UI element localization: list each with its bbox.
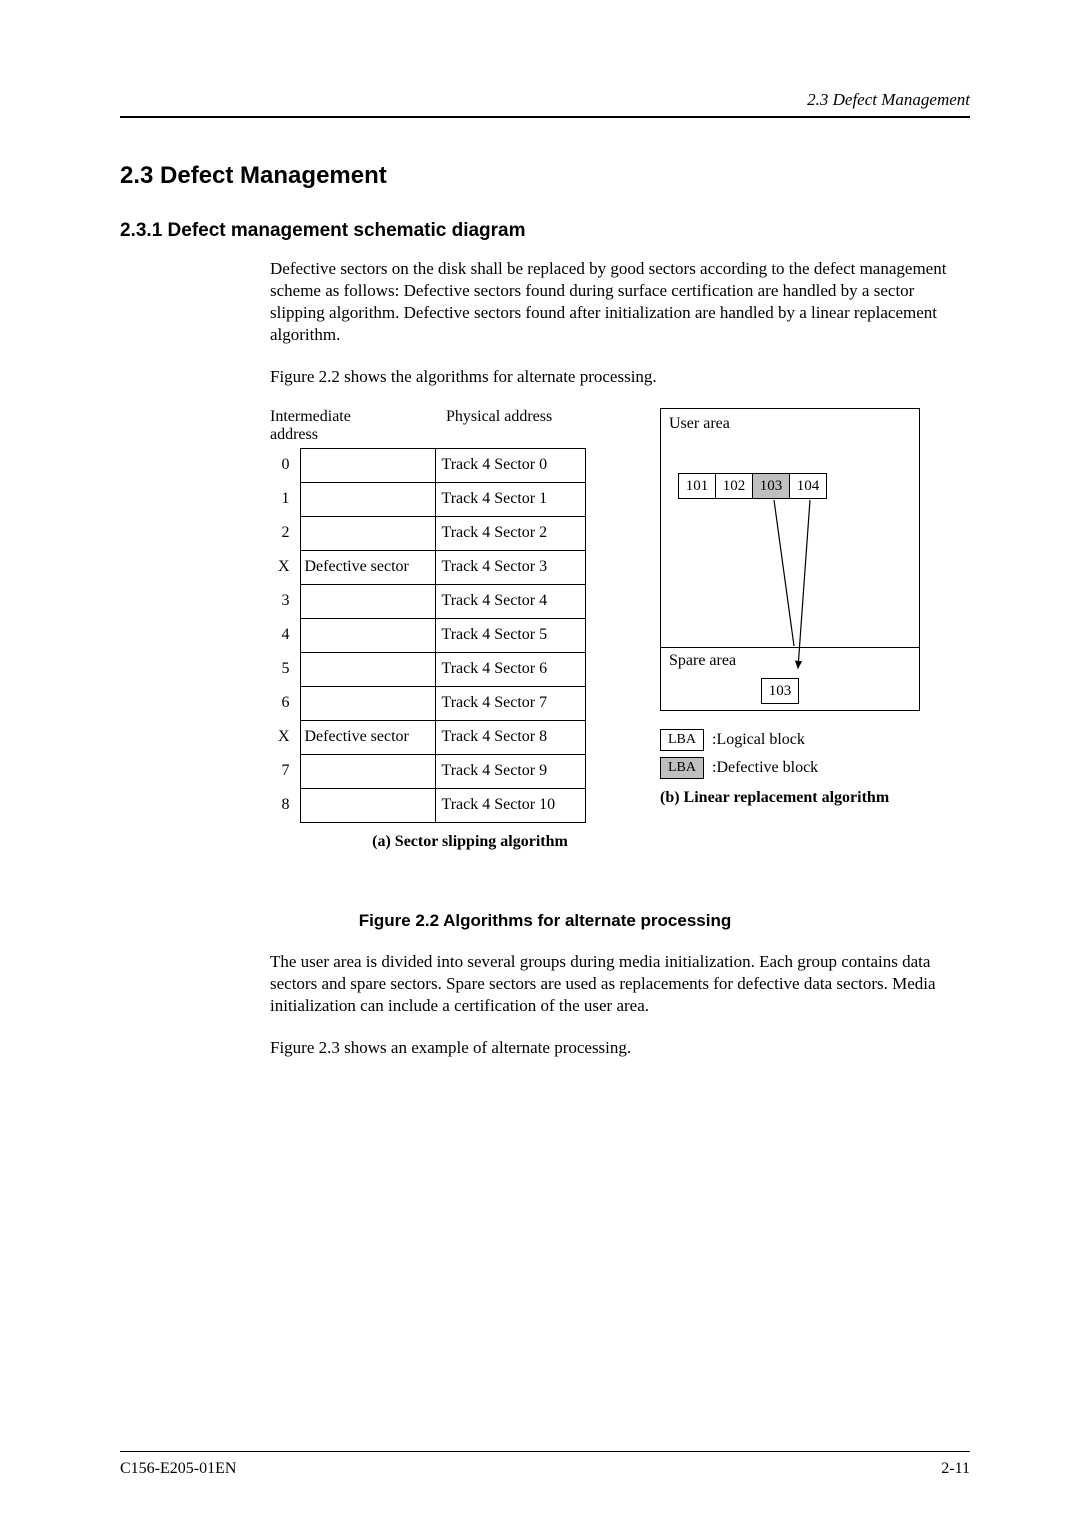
spare-block: 103 [761, 678, 799, 704]
user-blocks-row: 101102103104 [679, 473, 827, 499]
heading-2: 2.3 Defect Management [120, 162, 970, 190]
table-row: 0 Track 4 Sector 0 [270, 448, 585, 482]
user-area-box: User area 101102103104 [660, 408, 920, 648]
legend-defective-text: :Defective block [712, 759, 818, 777]
table-row: 4 Track 4 Sector 5 [270, 618, 585, 652]
intermediate-address-cell: 1 [270, 482, 300, 516]
table-row: XDefective sectorTrack 4 Sector 8 [270, 720, 585, 754]
label-spare-area: Spare area [669, 652, 736, 669]
caption-b: (b) Linear replacement algorithm [660, 789, 940, 807]
footer-doc-id: C156-E205-01EN [120, 1460, 236, 1478]
defective-cell [300, 448, 435, 482]
table-row: 2 Track 4 Sector 2 [270, 516, 585, 550]
physical-address-cell: Track 4 Sector 2 [435, 516, 585, 550]
legend-logical-text: :Logical block [712, 731, 805, 749]
user-block: 101 [678, 473, 716, 499]
page-footer: C156-E205-01EN 2-11 [120, 1451, 970, 1478]
legend-logical-box: LBA [660, 729, 704, 751]
physical-address-cell: Track 4 Sector 4 [435, 584, 585, 618]
defective-cell [300, 482, 435, 516]
physical-address-cell: Track 4 Sector 6 [435, 652, 585, 686]
footer-page: 2-11 [941, 1460, 970, 1478]
caption-a: (a) Sector slipping algorithm [270, 833, 640, 851]
spare-area-box: Spare area 103 [660, 647, 920, 711]
label-physical: Physical address [446, 408, 552, 443]
slip-table: 0 Track 4 Sector 0 1 Track 4 Sector 1 2 Track… [270, 448, 586, 823]
intermediate-address-cell: 4 [270, 618, 300, 652]
user-block: 102 [715, 473, 753, 499]
user-block: 103 [752, 473, 790, 499]
defective-cell [300, 652, 435, 686]
paragraph-3: The user area is divided into several gr… [270, 951, 960, 1017]
intermediate-address-cell: 3 [270, 584, 300, 618]
table-row: 3 Track 4 Sector 4 [270, 584, 585, 618]
legend: LBA :Logical block LBA :Defective block [660, 729, 940, 779]
physical-address-cell: Track 4 Sector 10 [435, 788, 585, 822]
physical-address-cell: Track 4 Sector 8 [435, 720, 585, 754]
table-row: XDefective sectorTrack 4 Sector 3 [270, 550, 585, 584]
linear-replacement-block: User area 101102103104 Spare area 103 [660, 408, 940, 838]
defective-cell [300, 754, 435, 788]
intermediate-address-cell: X [270, 720, 300, 754]
physical-address-cell: Track 4 Sector 0 [435, 448, 585, 482]
defective-cell [300, 618, 435, 652]
table-row: 6 Track 4 Sector 7 [270, 686, 585, 720]
physical-address-cell: Track 4 Sector 7 [435, 686, 585, 720]
table-row: 8 Track 4 Sector 10 [270, 788, 585, 822]
label-user-area: User area [669, 415, 730, 432]
user-block: 104 [789, 473, 827, 499]
running-header: 2.3 Defect Management [120, 90, 970, 118]
intermediate-address-cell: 5 [270, 652, 300, 686]
defective-cell [300, 686, 435, 720]
intermediate-address-cell: 0 [270, 448, 300, 482]
table-row: 7 Track 4 Sector 9 [270, 754, 585, 788]
defective-cell: Defective sector [300, 550, 435, 584]
legend-defective-box: LBA [660, 757, 704, 779]
intermediate-address-cell: 8 [270, 788, 300, 822]
paragraph-1: Defective sectors on the disk shall be r… [270, 258, 960, 346]
intermediate-address-cell: 6 [270, 686, 300, 720]
physical-address-cell: Track 4 Sector 9 [435, 754, 585, 788]
paragraph-4: Figure 2.3 shows an example of alternate… [270, 1037, 960, 1059]
defective-cell [300, 584, 435, 618]
defective-cell: Defective sector [300, 720, 435, 754]
sector-slipping-block: Intermediate address Physical address 0 T… [270, 408, 640, 850]
intermediate-address-cell: 2 [270, 516, 300, 550]
intermediate-address-cell: X [270, 550, 300, 584]
intermediate-address-cell: 7 [270, 754, 300, 788]
defective-cell [300, 788, 435, 822]
paragraph-2: Figure 2.2 shows the algorithms for alte… [270, 366, 960, 388]
figure-diagram: Intermediate address Physical address 0 T… [270, 408, 940, 850]
figure-caption: Figure 2.2 Algorithms for alternate proc… [120, 911, 970, 931]
table-row: 1 Track 4 Sector 1 [270, 482, 585, 516]
defective-cell [300, 516, 435, 550]
physical-address-cell: Track 4 Sector 1 [435, 482, 585, 516]
heading-3: 2.3.1 Defect management schematic diagra… [120, 220, 970, 242]
physical-address-cell: Track 4 Sector 3 [435, 550, 585, 584]
table-row: 5 Track 4 Sector 6 [270, 652, 585, 686]
label-intermediate: Intermediate address [270, 408, 380, 443]
physical-address-cell: Track 4 Sector 5 [435, 618, 585, 652]
